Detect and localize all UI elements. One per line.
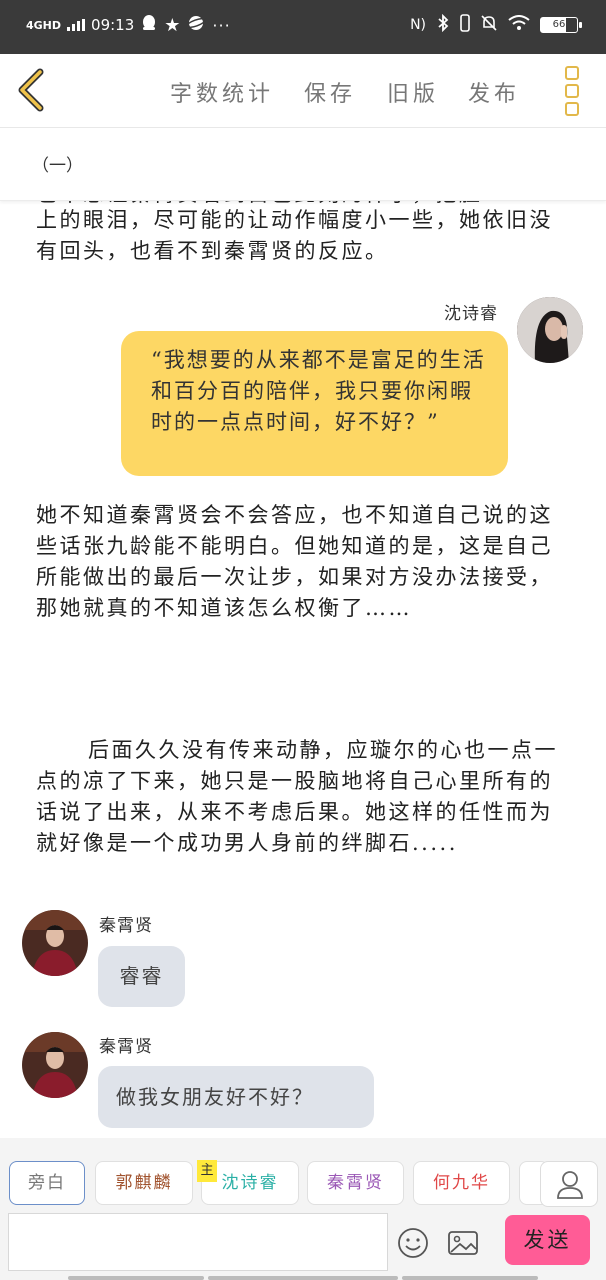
battery-level: 66 [540, 17, 578, 33]
more-dots-icon: ··· [212, 15, 231, 35]
word-count-button[interactable]: 字数统计 [170, 76, 274, 108]
image-icon [448, 1231, 478, 1255]
image-button[interactable] [446, 1226, 480, 1260]
avatar-qin-2[interactable] [22, 1032, 88, 1098]
avatar-image [517, 297, 583, 363]
save-button[interactable]: 保存 [304, 76, 356, 108]
battery-icon: 66 [540, 17, 582, 33]
dialog-bubble-qin-2[interactable]: 做我女朋友好不好？ [98, 1066, 374, 1128]
status-left: 4GHD 09:13 ★ ··· [26, 14, 231, 36]
star-icon: ★ [164, 14, 181, 36]
chevron-left-icon [18, 68, 44, 112]
publish-button[interactable]: 发布 [468, 76, 520, 108]
narration-paragraph-3: 后面久久没有传来动静，应璇尔的心也一点一点的凉了下来，她只是一股脑地将自己心里所… [36, 738, 558, 855]
nav-bar-segment [68, 1276, 204, 1280]
avatar-image [22, 1032, 88, 1098]
menu-square-icon [565, 102, 579, 116]
speaker-name-qin-1: 秦霄贤 [99, 916, 153, 936]
role-tab-narrator[interactable]: 旁白 [9, 1161, 85, 1205]
old-version-button[interactable]: 旧版 [387, 76, 439, 108]
dialog-bubble-qin-1[interactable]: 睿睿 [98, 946, 185, 1007]
signal-icon [67, 19, 86, 31]
vibrate-icon [460, 14, 470, 36]
avatar-qin-1[interactable] [22, 910, 88, 976]
narration-paragraph-1: 上的眼泪，尽可能的让动作幅度小一些，她依旧没有回头，也看不到秦霄贤的反应。 [36, 208, 553, 263]
menu-square-icon [565, 84, 579, 98]
input-panel: 旁白 郭麒麟 主 沈诗睿 秦霄贤 何九华 发送 [0, 1138, 606, 1280]
message-input[interactable] [8, 1213, 388, 1271]
nav-bar-segment [208, 1276, 398, 1280]
network-type: 4GHD [26, 18, 62, 32]
mute-bell-icon [480, 14, 498, 36]
clock: 09:13 [91, 16, 135, 34]
more-menu-button[interactable] [560, 66, 584, 116]
role-tab-label: 郭麒麟 [115, 1173, 173, 1193]
planet-icon [186, 14, 207, 36]
host-badge: 主 [197, 1160, 217, 1182]
role-tab-qin[interactable]: 秦霄贤 [307, 1161, 404, 1205]
chapter-title: （一） [32, 156, 83, 176]
speaker-name-qin-2: 秦霄贤 [99, 1037, 153, 1057]
status-bar: 4GHD 09:13 ★ ··· N) 66 [0, 0, 606, 54]
role-tab-label: 秦霄贤 [327, 1173, 384, 1193]
role-tab-label: 旁白 [28, 1173, 66, 1193]
wifi-icon [508, 15, 530, 35]
nfc-icon: N) [410, 17, 426, 33]
story-content[interactable]: 也不想让秦霄贤看到自己此刻的样子，把脸 上的眼泪，尽可能的让动作幅度小一些，她依… [0, 201, 606, 1138]
send-button[interactable]: 发送 [505, 1215, 590, 1265]
status-right: N) 66 [410, 13, 582, 36]
chapter-title-bar[interactable]: （一） [0, 129, 606, 201]
narration-paragraph-2: 她不知道秦霄贤会不会答应，也不知道自己说的这些话张九龄能不能明白。但她知道的是，… [36, 503, 553, 620]
role-tab-he[interactable]: 何九华 [413, 1161, 510, 1205]
person-icon [557, 1171, 583, 1199]
qq-icon [140, 14, 158, 36]
nav-bar-segment [402, 1276, 538, 1280]
role-tab-label: 何九华 [433, 1173, 490, 1193]
menu-square-icon [565, 66, 579, 80]
bluetooth-icon [436, 13, 450, 36]
speaker-name-shen: 沈诗睿 [444, 304, 498, 324]
add-role-button[interactable] [540, 1161, 598, 1207]
smiley-icon [398, 1228, 428, 1258]
back-button[interactable] [14, 68, 50, 112]
avatar-shen[interactable] [517, 297, 583, 363]
role-tab-label: 沈诗睿 [221, 1173, 279, 1193]
editor-toolbar: 字数统计 保存 旧版 发布 [0, 54, 606, 128]
dialog-bubble-shen[interactable]: “我想要的从来都不是富足的生活和百分百的陪伴，我只要你闲暇时的一点点时间，好不好… [121, 331, 508, 476]
role-tab-guo[interactable]: 郭麒麟 [95, 1161, 193, 1205]
emoji-button[interactable] [396, 1226, 430, 1260]
avatar-image [22, 910, 88, 976]
